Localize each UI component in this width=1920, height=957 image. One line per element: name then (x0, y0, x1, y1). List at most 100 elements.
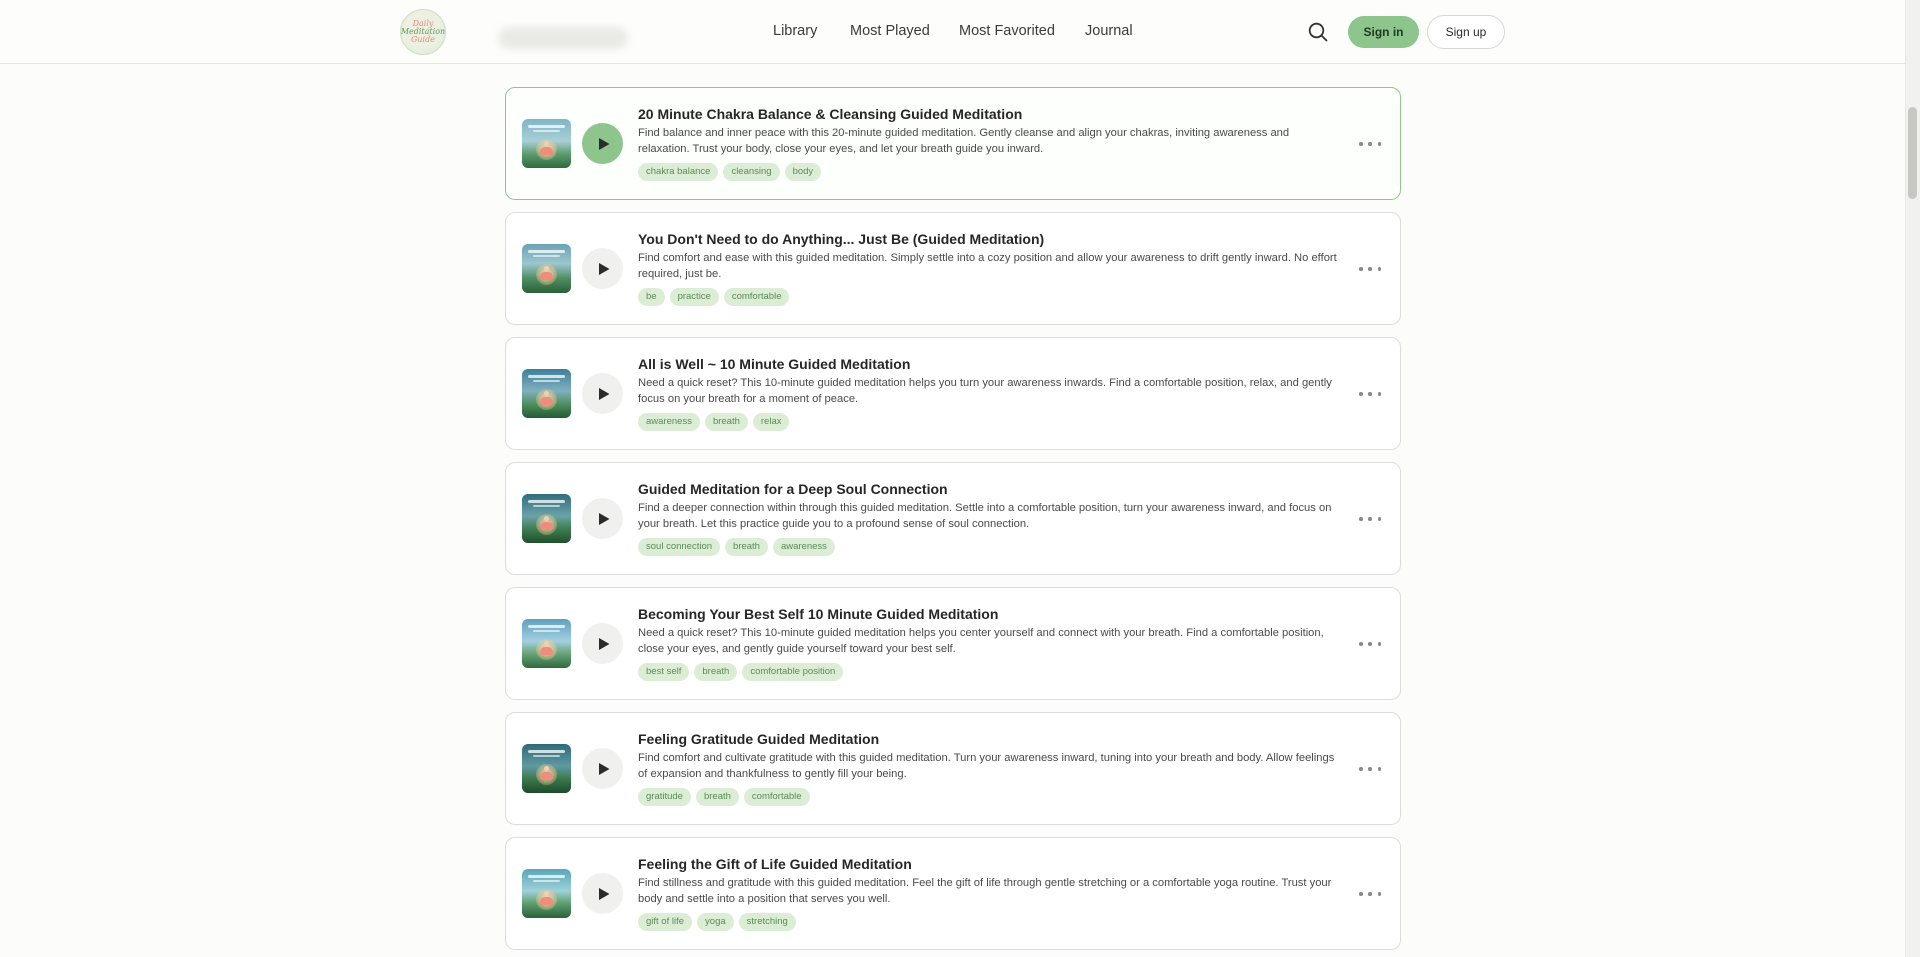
tag-list: chakra balance cleansing body (638, 163, 822, 181)
meditation-title[interactable]: Becoming Your Best Self 10 Minute Guided… (638, 606, 998, 622)
play-button[interactable] (582, 748, 623, 789)
play-icon (599, 387, 610, 400)
tag[interactable]: yoga (697, 913, 734, 931)
more-dots-icon (1377, 392, 1381, 396)
meditating-figure-icon (540, 516, 553, 530)
tag[interactable]: breath (725, 538, 768, 556)
meditation-card[interactable]: Feeling the Gift of Life Guided Meditati… (505, 837, 1401, 950)
more-dots-icon (1377, 267, 1381, 271)
play-icon (599, 512, 610, 525)
more-dots-icon (1377, 892, 1381, 896)
tag[interactable]: soul connection (638, 538, 721, 556)
search-button[interactable] (1307, 21, 1329, 43)
play-button[interactable] (582, 373, 623, 414)
more-options-button[interactable] (1359, 885, 1381, 903)
more-dots-icon (1368, 142, 1372, 146)
meditation-thumbnail[interactable] (522, 494, 571, 543)
tag[interactable]: comfortable (743, 788, 810, 806)
scrollbar-thumb[interactable] (1908, 107, 1917, 199)
meditating-figure-icon (540, 266, 553, 280)
more-options-button[interactable] (1359, 135, 1381, 153)
more-dots-icon (1359, 767, 1363, 771)
tag[interactable]: gratitude (638, 788, 691, 806)
meditation-title[interactable]: You Don't Need to do Anything... Just Be… (638, 231, 1044, 247)
nav-most-favorited[interactable]: Most Favorited (959, 23, 1055, 39)
meditation-thumbnail[interactable] (522, 744, 571, 793)
tag[interactable]: breath (695, 788, 739, 806)
meditation-card[interactable]: Guided Meditation for a Deep Soul Connec… (505, 462, 1401, 575)
play-button[interactable] (582, 873, 623, 914)
tag-list: soul connection breath awareness (638, 538, 835, 556)
more-dots-icon (1377, 517, 1381, 521)
more-dots-icon (1377, 767, 1381, 771)
site-logo[interactable]: Daily Meditation Guide (400, 9, 446, 55)
tag-list: awareness breath relax (638, 413, 790, 431)
meditation-card[interactable]: 20 Minute Chakra Balance & Cleansing Gui… (505, 87, 1401, 200)
meditation-title[interactable]: Guided Meditation for a Deep Soul Connec… (638, 481, 948, 497)
tag[interactable]: breath (694, 663, 738, 681)
meditating-figure-icon (540, 641, 553, 655)
tag[interactable]: relax (752, 413, 790, 431)
more-dots-icon (1368, 392, 1372, 396)
more-dots-icon (1368, 767, 1372, 771)
nav-most-played[interactable]: Most Played (850, 23, 930, 39)
tag[interactable]: cleansing (723, 163, 780, 181)
meditation-thumbnail[interactable] (522, 119, 571, 168)
meditation-card[interactable]: Feeling Gratitude Guided Meditation Find … (505, 712, 1401, 825)
more-options-button[interactable] (1359, 260, 1381, 278)
meditation-thumbnail[interactable] (522, 869, 571, 918)
more-dots-icon (1368, 517, 1372, 521)
meditation-description: Need a quick reset? This 10-minute guide… (638, 627, 1324, 655)
more-dots-icon (1359, 517, 1363, 521)
sign-in-button[interactable]: Sign in (1348, 16, 1419, 48)
meditation-thumbnail[interactable] (522, 369, 571, 418)
tag-list: be practice comfortable (638, 288, 790, 306)
meditation-title[interactable]: All is Well ~ 10 Minute Guided Meditatio… (638, 356, 910, 372)
tag[interactable]: stretching (738, 913, 796, 931)
meditation-title[interactable]: Feeling the Gift of Life Guided Meditati… (638, 856, 912, 872)
meditating-figure-icon (540, 391, 553, 405)
tag[interactable]: awareness (772, 538, 835, 556)
more-dots-icon (1368, 267, 1372, 271)
sign-up-button[interactable]: Sign up (1427, 15, 1505, 49)
tag[interactable]: best self (638, 663, 690, 681)
play-button[interactable] (582, 248, 623, 289)
meditation-card[interactable]: You Don't Need to do Anything... Just Be… (505, 212, 1401, 325)
play-icon (599, 887, 610, 900)
tag[interactable]: breath (704, 413, 748, 431)
tag[interactable]: awareness (638, 413, 700, 431)
meditation-description: Find balance and inner peace with this 2… (638, 127, 1290, 155)
more-options-button[interactable] (1359, 760, 1381, 778)
more-options-button[interactable] (1359, 510, 1381, 528)
meditation-card[interactable]: All is Well ~ 10 Minute Guided Meditatio… (505, 337, 1401, 450)
more-dots-icon (1359, 892, 1363, 896)
meditating-figure-icon (540, 766, 553, 780)
meditation-description: Find comfort and cultivate gratitude wit… (638, 752, 1335, 780)
tag[interactable]: comfortable (723, 288, 790, 306)
more-options-button[interactable] (1359, 635, 1381, 653)
tag-list: gratitude breath comfortable (638, 788, 810, 806)
blurred-page-title (498, 27, 628, 49)
play-icon (599, 137, 610, 150)
tag[interactable]: body (784, 163, 822, 181)
nav-journal[interactable]: Journal (1085, 23, 1133, 39)
play-button[interactable] (582, 498, 623, 539)
play-button[interactable] (582, 123, 623, 164)
more-dots-icon (1377, 642, 1381, 646)
play-button[interactable] (582, 623, 623, 664)
site-header: Daily Meditation Guide Library Most Play… (0, 0, 1905, 64)
meditation-title[interactable]: Feeling Gratitude Guided Meditation (638, 731, 879, 747)
meditation-thumbnail[interactable] (522, 619, 571, 668)
tag[interactable]: chakra balance (638, 163, 719, 181)
meditation-title[interactable]: 20 Minute Chakra Balance & Cleansing Gui… (638, 106, 1022, 122)
tag[interactable]: be (638, 288, 665, 306)
meditation-card[interactable]: Becoming Your Best Self 10 Minute Guided… (505, 587, 1401, 700)
tag[interactable]: gift of life (638, 913, 693, 931)
meditation-thumbnail[interactable] (522, 244, 571, 293)
nav-library[interactable]: Library (773, 23, 817, 39)
tag[interactable]: comfortable position (742, 663, 844, 681)
tag[interactable]: practice (669, 288, 719, 306)
more-options-button[interactable] (1359, 385, 1381, 403)
meditation-description: Need a quick reset? This 10-minute guide… (638, 377, 1332, 405)
meditating-figure-icon (540, 891, 553, 905)
